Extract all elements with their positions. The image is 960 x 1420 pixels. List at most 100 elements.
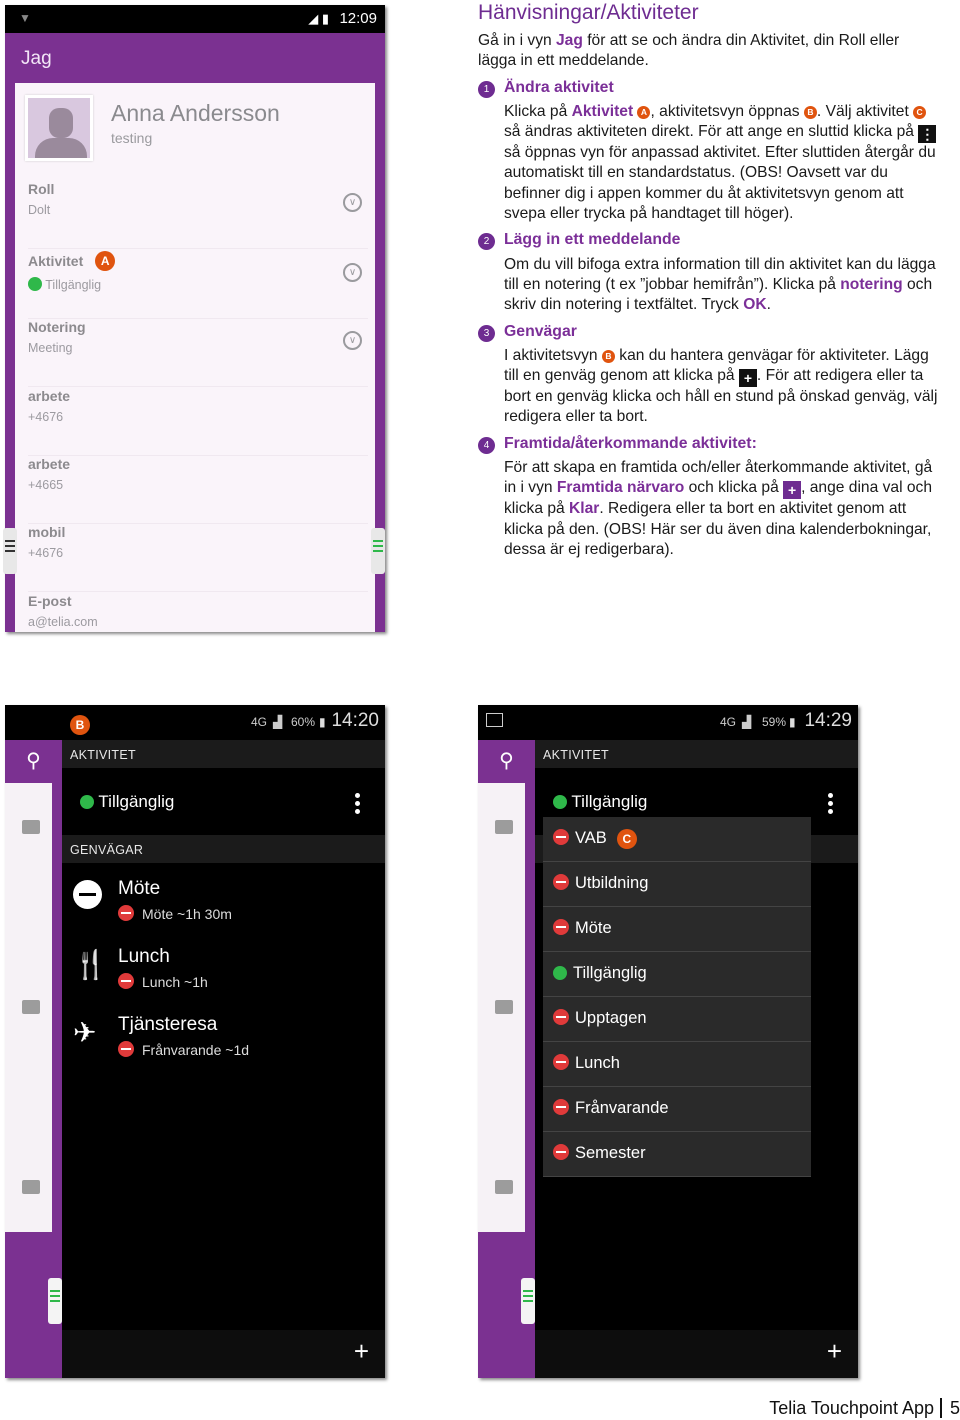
activity-option[interactable]: Utbildning (543, 862, 811, 907)
profile-subtitle: testing (111, 130, 153, 146)
profile-name: Anna Andersson (111, 100, 280, 126)
minus-circle-icon (73, 880, 102, 916)
left-drawer-handle[interactable] (3, 528, 17, 574)
add-button[interactable]: + (827, 1336, 842, 1366)
battery-percent: 60% (291, 715, 316, 729)
section-heading: Lägg in ett meddelande (504, 231, 681, 249)
search-icon[interactable]: ⚲ (5, 740, 62, 783)
section-heading: Genvägar (504, 322, 577, 340)
avatar-head-icon (49, 108, 73, 138)
busy-status-icon (553, 829, 569, 845)
message-icon (22, 1180, 40, 1194)
busy-status-icon (118, 973, 134, 989)
page-heading: Hänvisningar/Aktiviteter (478, 1, 699, 24)
activity-option[interactable]: Lunch (543, 1042, 811, 1087)
status-time: 14:20 (331, 710, 379, 731)
drawer-handle[interactable] (48, 1278, 62, 1324)
text-run: och klicka på (684, 479, 784, 497)
row-label: arbete (28, 456, 71, 472)
network-label: 4G (720, 715, 737, 729)
plus-icon: + (738, 369, 757, 388)
note-icon (495, 1000, 513, 1014)
profile-row[interactable]: Notering Meeting ∨ (28, 319, 368, 387)
callout-badge-a: A (95, 251, 116, 271)
expand-chevron-icon[interactable]: ∨ (343, 193, 362, 212)
activity-option[interactable]: Frånvarande (543, 1087, 811, 1132)
shortcut-item[interactable]: Lunch Lunch ~1h (118, 946, 208, 990)
plus-icon: + (783, 481, 802, 500)
side-panel (478, 783, 525, 1232)
highlighted-term: Framtida närvaro (556, 479, 685, 497)
footer-app-name: Telia Touchpoint App (769, 1398, 934, 1418)
activity-option[interactable]: Semester (543, 1132, 811, 1177)
section: 3 Genvägar I aktivitetsvyn B kan du hanter… (478, 322, 938, 428)
section-body: För att skapa en framtida och/eller åter… (504, 458, 938, 560)
side-panel (5, 783, 52, 1232)
text-run: . Välj aktivitet (816, 102, 914, 120)
shortcut-title: Lunch (118, 946, 170, 967)
shortcut-detail: Lunch ~1h (118, 973, 208, 990)
text-run: Klicka på (504, 102, 572, 120)
row-value-text: Dolt (28, 203, 51, 217)
phone-me-screen: ▼ ◢ ▮ 12:09 Jag Anna Andersson testing R… (3, 5, 385, 632)
more-options-icon[interactable] (355, 793, 361, 817)
activity-option[interactable]: Möte (543, 907, 811, 952)
cutlery-icon: 🍴 (73, 949, 108, 980)
activity-option-label: Lunch (575, 1054, 620, 1072)
section-heading: Framtida/återkommande aktivitet: (504, 434, 757, 452)
profile-row[interactable]: Aktivitet A Tillgänglig ∨ (28, 251, 368, 319)
shortcut-item[interactable]: Tjänsteresa Frånvarande ~1d (118, 1014, 249, 1058)
activity-drawer-handle[interactable] (371, 528, 385, 574)
row-label: E-post (28, 593, 72, 609)
expand-chevron-icon[interactable]: ∨ (343, 331, 362, 350)
row-value: a@telia.com (28, 615, 368, 629)
activity-option[interactable]: VAB C (543, 817, 811, 862)
profile-row[interactable]: Roll Dolt ∨ (28, 181, 368, 249)
step-number: 4 (478, 436, 495, 454)
available-dot-icon (28, 277, 42, 291)
text-run: så ändras aktiviteten direkt. För att an… (504, 123, 919, 141)
busy-status-icon (553, 1054, 569, 1070)
status-bar: 4G ▟ 59% ▮ 14:29 (478, 705, 858, 740)
callout-badge-c: C (913, 105, 927, 119)
search-icon[interactable]: ⚲ (478, 740, 535, 783)
drawer-handle[interactable] (521, 1278, 535, 1324)
more-options-icon[interactable] (828, 793, 834, 817)
text-run: så öppnas vyn för anpassad aktivitet. Ef… (504, 144, 936, 223)
busy-status-icon (553, 1099, 569, 1115)
shortcut-title: Tjänsteresa (118, 1014, 218, 1035)
activity-option-label: Semester (575, 1144, 646, 1162)
activity-option[interactable]: Tillgänglig (543, 952, 811, 997)
shortcut-detail-text: Frånvarande ~1d (142, 1042, 250, 1058)
busy-status-icon (118, 905, 134, 921)
battery-percent: 59% (762, 715, 787, 729)
callout-badge-c: C (616, 829, 637, 849)
current-activity[interactable]: Tillgänglig (80, 792, 174, 812)
message-icon (495, 820, 513, 834)
highlighted-term: Klar (569, 500, 600, 518)
intro-paragraph: Gå in i vyn Jag för att se och ändra din… (478, 31, 938, 72)
add-button[interactable]: + (354, 1336, 369, 1366)
activity-option[interactable]: Upptagen (543, 997, 811, 1042)
step-number: 3 (478, 324, 495, 342)
shortcut-title: Möte (118, 878, 161, 899)
current-activity[interactable]: Tillgänglig (553, 792, 647, 812)
row-value: +4676 (28, 410, 368, 424)
highlighted-term: Aktivitet (571, 102, 634, 120)
profile-card: Anna Andersson testing Roll Dolt ∨ Aktivite… (15, 83, 375, 632)
text-run: I aktivitetsvyn (504, 346, 602, 364)
bottom-bar: + (535, 1330, 858, 1378)
expand-chevron-icon[interactable]: ∨ (343, 263, 362, 282)
busy-status-icon (553, 1144, 569, 1160)
message-icon (495, 1180, 513, 1194)
callout-badge-b: B (803, 105, 817, 119)
shortcut-item[interactable]: Möte Möte ~1h 30m (118, 878, 232, 922)
status-bar: ▼ ◢ ▮ 12:09 (5, 5, 385, 33)
row-value: Meeting (28, 341, 368, 355)
callout-badge-a: A (637, 105, 651, 119)
avatar (25, 95, 93, 161)
text-run: Gå in i vyn (478, 32, 556, 49)
section-header-activity: AKTIVITET (62, 740, 385, 768)
callout-badge-b: B (601, 349, 615, 363)
bottom-bar: + (62, 1330, 385, 1378)
